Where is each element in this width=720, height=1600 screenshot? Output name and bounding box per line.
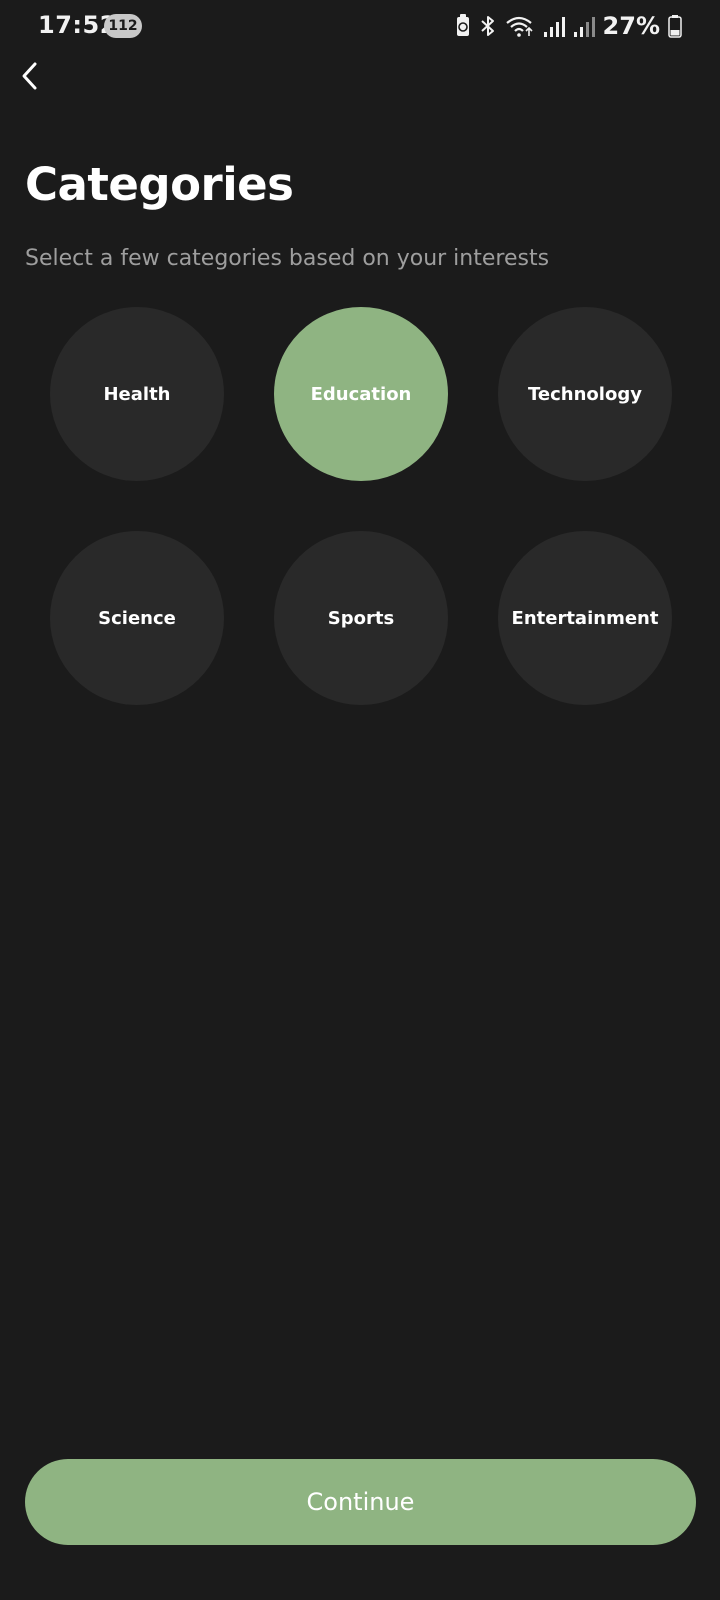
category-label: Education bbox=[310, 383, 412, 405]
continue-label: Continue bbox=[306, 1488, 415, 1516]
category-label: Entertainment bbox=[511, 607, 659, 629]
wifi-icon bbox=[505, 14, 535, 38]
page-subtitle: Select a few categories based on your in… bbox=[25, 246, 550, 271]
signal-icon bbox=[543, 14, 565, 38]
notification-count-badge: 112 bbox=[104, 14, 142, 38]
category-label: Science bbox=[98, 607, 176, 629]
category-education[interactable]: Education bbox=[274, 307, 448, 481]
category-label: Health bbox=[103, 383, 171, 405]
category-grid: Health Education Technology Science Spor… bbox=[50, 307, 674, 705]
category-technology[interactable]: Technology bbox=[498, 307, 672, 481]
category-label: Sports bbox=[327, 607, 395, 629]
category-entertainment[interactable]: Entertainment bbox=[498, 531, 672, 705]
signal-icon bbox=[573, 14, 595, 38]
battery-saver-icon bbox=[455, 14, 471, 38]
status-bar: 17:52 112 27% bbox=[0, 0, 720, 52]
category-health[interactable]: Health bbox=[50, 307, 224, 481]
category-science[interactable]: Science bbox=[50, 531, 224, 705]
chevron-left-icon bbox=[20, 61, 40, 96]
continue-button[interactable]: Continue bbox=[25, 1459, 696, 1545]
category-sports[interactable]: Sports bbox=[274, 531, 448, 705]
bluetooth-icon bbox=[479, 14, 497, 38]
page-title: Categories bbox=[25, 158, 294, 211]
category-label: Technology bbox=[528, 383, 642, 405]
back-button[interactable] bbox=[8, 56, 52, 100]
battery-percent: 27% bbox=[602, 12, 660, 40]
status-icons: 27% bbox=[455, 10, 682, 42]
battery-icon bbox=[668, 14, 682, 38]
